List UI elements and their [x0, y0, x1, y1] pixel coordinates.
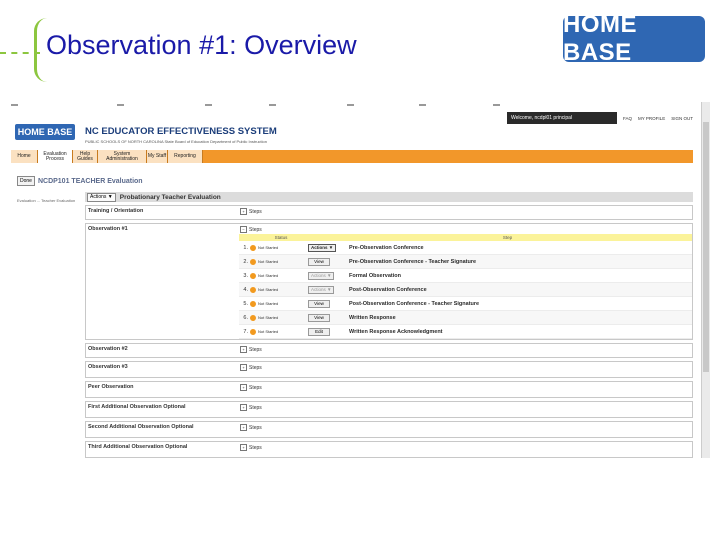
tab-evaluation-process[interactable]: Evaluation Process [38, 150, 73, 163]
left-panel-note: Evaluation ... Teacher Evaluation [17, 198, 76, 203]
step-name: Formal Observation [349, 272, 401, 279]
app-logo[interactable]: HOME BASE [15, 124, 75, 140]
tab-my-staff[interactable]: My Staff [147, 150, 168, 163]
table-row: 6. Not Started View Written Response [239, 311, 692, 325]
table-row: 1. Not Started Actions ▼ Pre-Observation… [239, 241, 692, 255]
section-label: Training / Orientation [88, 208, 144, 214]
expand-icon: + [240, 346, 247, 353]
scrollbar-thumb[interactable] [703, 122, 709, 372]
status-badge: Not Started [258, 329, 279, 334]
tab-home[interactable]: Home [11, 150, 38, 163]
steps-toggle[interactable]: + Steps [240, 208, 262, 215]
app-banner: HOME BASE NC EDUCATOR EFFECTIVENESS SYST… [11, 124, 701, 150]
faq-link[interactable]: FAQ [623, 116, 632, 121]
evaluation-title: Probationary Teacher Evaluation [119, 193, 221, 201]
expand-icon: + [240, 384, 247, 391]
welcome-bar: Welcome, ncdpl01 principal FAQ MY PROFIL… [507, 112, 701, 124]
steps-table-header: Status Step [239, 234, 692, 241]
section-label: Second Additional Observation Optional [88, 424, 194, 430]
step-name: Post-Observation Conference [349, 286, 427, 293]
step-name: Written Response [349, 314, 396, 321]
steps-toggle[interactable]: + Steps [240, 364, 262, 371]
my-profile-link[interactable]: MY PROFILE [638, 116, 665, 121]
section-label: Peer Observation [88, 384, 134, 390]
collapse-icon: − [240, 226, 247, 233]
steps-toggle[interactable]: + Steps [240, 424, 262, 431]
steps-toggle[interactable]: + Steps [240, 346, 262, 353]
system-name: NC EDUCATOR EFFECTIVENESS SYSTEM [85, 126, 277, 137]
table-row: 4. Not Started Actions ▼ Post-Observatio… [239, 283, 692, 297]
evaluation-header: Actions ▼ Probationary Teacher Evaluatio… [85, 192, 693, 202]
done-button[interactable]: Done [17, 176, 35, 186]
step-view-button[interactable]: View [308, 313, 330, 322]
step-name: Pre-Observation Conference - Teacher Sig… [349, 258, 477, 265]
steps-toggle[interactable]: + Steps [240, 384, 262, 391]
step-actions-button[interactable]: Actions ▼ [308, 285, 335, 294]
expand-icon: + [240, 364, 247, 371]
status-badge: Not Started [258, 259, 279, 264]
section-label: Observation #2 [88, 346, 128, 352]
status-badge: Not Started [258, 245, 279, 250]
step-column-header: Step [502, 235, 513, 240]
slide-title: Observation #1: Overview [46, 30, 357, 60]
step-name: Post-Observation Conference - Teacher Si… [349, 300, 480, 307]
table-row: 5. Not Started View Post-Observation Con… [239, 297, 692, 311]
expand-icon: + [240, 424, 247, 431]
steps-toggle[interactable]: − Steps [240, 226, 262, 233]
status-badge: Not Started [258, 287, 279, 292]
evaluation-name: NCDP101 TEACHER Evaluation [37, 177, 143, 185]
table-row: 2. Not Started View Pre-Observation Conf… [239, 255, 692, 269]
table-row: 7. Not Started Edit Written Response Ack… [239, 325, 692, 339]
vertical-scrollbar[interactable] [701, 102, 710, 458]
tab-reporting[interactable]: Reporting [168, 150, 203, 163]
table-row: 3. Not Started Actions ▼ Formal Observat… [239, 269, 692, 283]
section-row-first-additional: First Additional Observation Optional + S… [85, 401, 693, 418]
section-row-second-additional: Second Additional Observation Optional +… [85, 421, 693, 438]
step-name: Written Response Acknowledgment [349, 328, 443, 335]
app-screenshot: Welcome, ncdpl01 principal FAQ MY PROFIL… [9, 102, 710, 458]
sign-out-link[interactable]: SIGN OUT [671, 116, 693, 121]
expand-icon: + [240, 208, 247, 215]
tab-system-administration[interactable]: System Administration [98, 150, 147, 163]
status-column-header: Status [274, 235, 288, 240]
expand-icon: + [240, 444, 247, 451]
expand-icon: + [240, 404, 247, 411]
section-row-observation-1: Observation #1 − Steps Status Step 1. Not… [85, 223, 693, 340]
section-label: Third Additional Observation Optional [88, 444, 188, 450]
breadcrumb: Done NCDP101 TEACHER Evaluation [17, 176, 143, 186]
step-name: Pre-Observation Conference [349, 244, 424, 251]
steps-toggle[interactable]: + Steps [240, 444, 262, 451]
step-view-button[interactable]: View [308, 257, 330, 266]
status-badge: Not Started [258, 315, 279, 320]
system-subtitle: PUBLIC SCHOOLS OF NORTH CAROLINA State B… [85, 139, 267, 144]
section-row-observation-3: Observation #3 + Steps [85, 361, 693, 378]
section-label: Observation #1 [88, 226, 128, 232]
section-label: First Additional Observation Optional [88, 404, 186, 410]
welcome-text: Welcome, ncdpl01 principal [507, 112, 617, 124]
step-actions-button[interactable]: Actions ▼ [308, 243, 337, 252]
steps-toggle[interactable]: + Steps [240, 404, 262, 411]
step-actions-button[interactable]: Actions ▼ [308, 271, 335, 280]
evaluation-actions-button[interactable]: Actions ▼ [87, 192, 116, 202]
status-badge: Not Started [258, 301, 279, 306]
tab-help-guides[interactable]: Help Guides [73, 150, 98, 163]
section-row-peer-observation: Peer Observation + Steps [85, 381, 693, 398]
section-row-third-additional: Third Additional Observation Optional + S… [85, 441, 693, 458]
steps-table: Status Step 1. Not Started Actions ▼ Pre… [239, 234, 692, 339]
section-label: Observation #3 [88, 364, 128, 370]
step-edit-button[interactable]: Edit [308, 327, 330, 336]
step-view-button[interactable]: View [308, 299, 330, 308]
status-badge: Not Started [258, 273, 279, 278]
home-base-logo: HOME BASE [563, 11, 705, 66]
top-marks [9, 102, 710, 110]
section-row-observation-2: Observation #2 + Steps [85, 343, 693, 358]
section-row-training: Training / Orientation + Steps [85, 205, 693, 220]
main-nav: Home Evaluation Process Help Guides Syst… [11, 150, 693, 163]
